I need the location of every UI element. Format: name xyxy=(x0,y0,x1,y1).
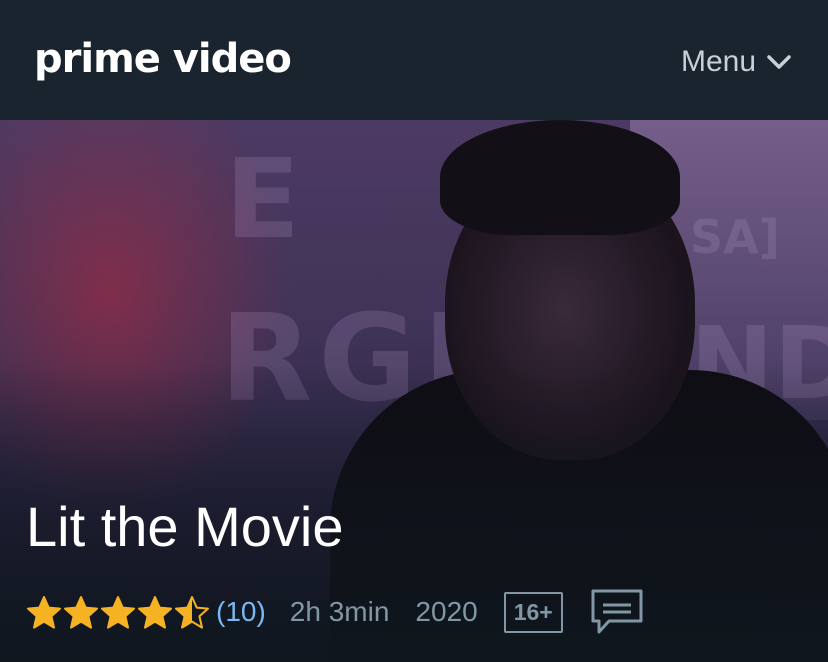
prime-video-logo[interactable]: prime video xyxy=(34,32,292,86)
duration: 2h 3min xyxy=(289,596,390,627)
hero-image: E RGR SA] ND xyxy=(0,120,828,662)
page: prime video Menu E RGR SA] ND Lit the Mo… xyxy=(0,0,828,662)
chevron-down-icon xyxy=(767,55,791,69)
star-rating[interactable] xyxy=(26,595,210,629)
subtitles-icon xyxy=(591,589,643,634)
star-icon xyxy=(101,596,135,629)
movie-title: Lit the Movie xyxy=(26,495,344,558)
rating-count-link[interactable]: (10) xyxy=(216,596,266,628)
star-icon xyxy=(175,596,209,629)
movie-metadata-row: (10) 2h 3min 2020 16+ xyxy=(26,588,645,636)
menu-label: Menu xyxy=(680,45,756,78)
age-rating-badge: 16+ xyxy=(503,591,563,633)
star-icon xyxy=(27,596,61,629)
star-icon xyxy=(138,596,172,629)
top-navigation-bar: prime video Menu xyxy=(0,0,828,120)
release-year: 2020 xyxy=(415,596,478,627)
menu-button[interactable]: Menu xyxy=(681,40,792,84)
star-icon xyxy=(64,596,98,629)
hero-gradient-overlay xyxy=(0,120,828,662)
